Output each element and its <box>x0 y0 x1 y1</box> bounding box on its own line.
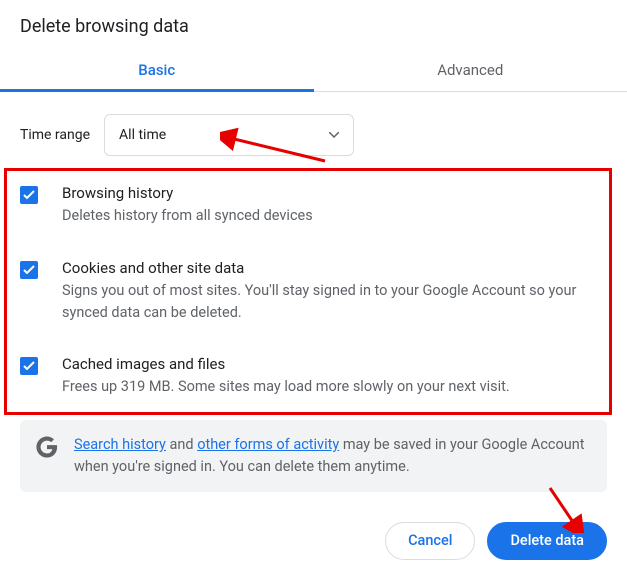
dialog-actions: Cancel Delete data <box>20 522 607 560</box>
tabs: Basic Advanced <box>0 51 627 92</box>
clear-browsing-data-dialog: Delete browsing data Basic Advanced Time… <box>0 0 627 580</box>
checkbox-browsing-history[interactable] <box>20 186 38 204</box>
delete-data-button-label: Delete data <box>510 532 584 549</box>
option-title: Cookies and other site data <box>62 259 607 277</box>
time-range-select[interactable]: All time <box>104 114 354 156</box>
cancel-button[interactable]: Cancel <box>385 522 475 560</box>
tab-basic[interactable]: Basic <box>0 51 314 91</box>
info-text: Search history and other forms of activi… <box>74 434 591 478</box>
delete-data-button[interactable]: Delete data <box>487 522 607 560</box>
option-description: Frees up 319 MB. Some sites may load mor… <box>62 376 607 398</box>
tab-advanced[interactable]: Advanced <box>314 51 627 91</box>
time-range-value: All time <box>119 127 166 143</box>
time-range-row: Time range All time <box>20 114 607 156</box>
tab-advanced-label: Advanced <box>437 61 503 79</box>
google-logo-icon <box>36 436 58 458</box>
time-range-label: Time range <box>20 127 90 143</box>
chevron-down-icon <box>329 132 339 138</box>
option-browsing-history: Browsing history Deletes history from al… <box>20 170 607 245</box>
dialog-title: Delete browsing data <box>20 16 607 37</box>
option-description: Deletes history from all synced devices <box>62 205 607 227</box>
option-description: Signs you out of most sites. You'll stay… <box>62 280 607 324</box>
option-cookies: Cookies and other site data Signs you ou… <box>20 245 607 342</box>
google-account-info: Search history and other forms of activi… <box>20 420 607 492</box>
search-history-link[interactable]: Search history <box>74 436 166 453</box>
options-list: Browsing history Deletes history from al… <box>20 170 607 416</box>
checkbox-cached[interactable] <box>20 357 38 375</box>
option-title: Browsing history <box>62 184 607 202</box>
option-cached: Cached images and files Frees up 319 MB.… <box>20 341 607 416</box>
checkbox-cookies[interactable] <box>20 261 38 279</box>
tab-basic-label: Basic <box>138 61 175 79</box>
option-title: Cached images and files <box>62 355 607 373</box>
other-activity-link[interactable]: other forms of activity <box>197 436 339 453</box>
cancel-button-label: Cancel <box>408 532 452 549</box>
